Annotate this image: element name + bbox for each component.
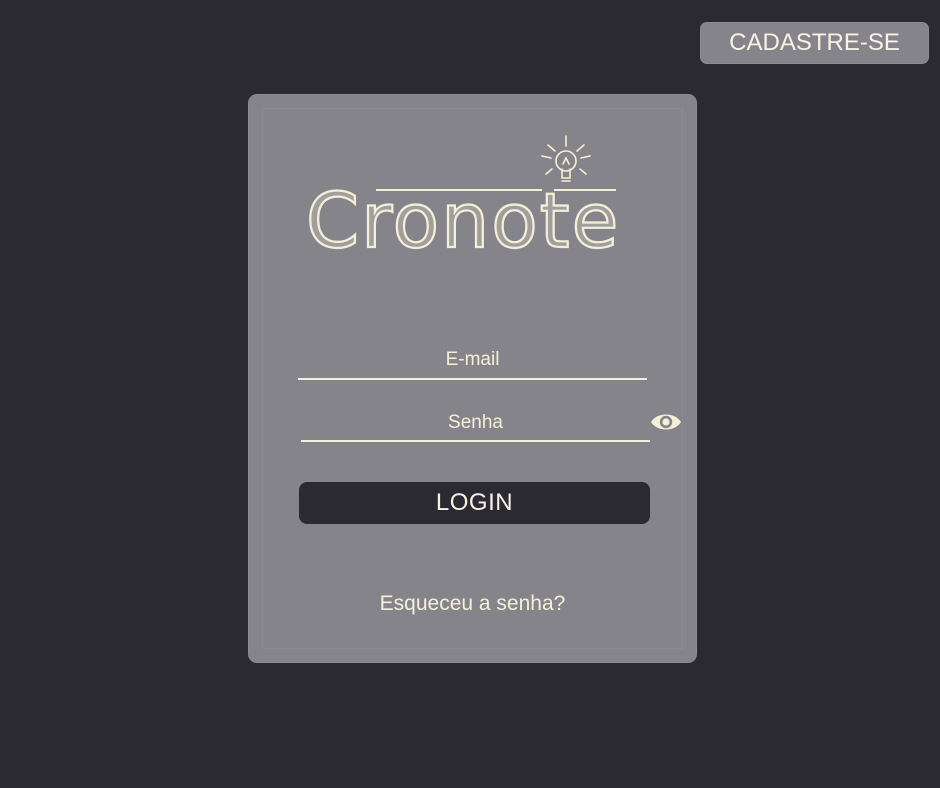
login-card: Cronote Cronote LOGIN Esqueceu a senha? [248,94,697,663]
login-button[interactable]: LOGIN [299,482,650,524]
signup-button[interactable]: CADASTRE-SE [700,22,929,64]
password-field[interactable] [301,409,650,442]
cronote-logo: Cronote Cronote [306,135,620,258]
login-page: CADASTRE-SE Cronote Cronote E-mail LOGIN… [0,0,940,788]
email-field[interactable] [298,346,647,380]
forgot-password-link[interactable]: Esqueceu a senha? [248,592,697,616]
logo-text-fill: Cronote [306,176,620,258]
lightbulb-icon [541,135,591,182]
eye-icon[interactable] [650,410,682,434]
